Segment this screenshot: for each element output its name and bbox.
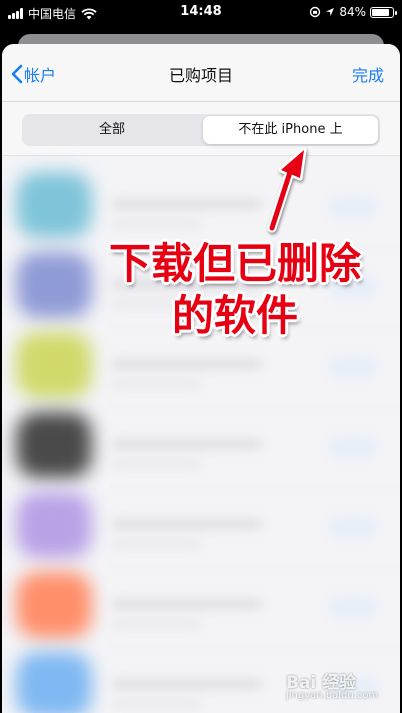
battery-icon	[370, 6, 397, 18]
app-detail-placeholder	[112, 538, 202, 550]
segment-all[interactable]: 全部	[22, 114, 202, 146]
app-name-placeholder	[112, 358, 262, 370]
app-name-placeholder	[112, 678, 262, 690]
page-title: 已购项目	[168, 66, 233, 85]
app-detail-placeholder	[112, 618, 202, 630]
app-row[interactable]	[2, 566, 400, 646]
download-button[interactable]	[328, 596, 378, 618]
rotation-lock-icon	[310, 6, 321, 18]
download-button[interactable]	[328, 196, 378, 218]
app-detail-placeholder	[112, 218, 202, 230]
location-icon	[326, 8, 335, 16]
app-name-placeholder	[112, 198, 262, 210]
done-button[interactable]: 完成	[352, 62, 384, 86]
purchased-sheet: 帐户 已购项目 完成 全部 不在此 iPhone 上	[2, 44, 400, 713]
download-button[interactable]	[328, 356, 378, 378]
app-name-placeholder	[112, 438, 262, 450]
app-icon	[16, 172, 92, 238]
navigation-bar: 帐户 已购项目 完成	[2, 44, 400, 102]
app-detail-placeholder	[112, 378, 202, 390]
segment-bar: 全部 不在此 iPhone 上	[2, 102, 400, 156]
watermark: Bai 经验 jingyan.baidu.com	[286, 668, 396, 708]
app-name-placeholder	[112, 598, 262, 610]
battery-level	[372, 8, 389, 16]
segment-not-on-device[interactable]: 不在此 iPhone 上	[203, 116, 378, 144]
app-icon	[16, 412, 92, 478]
app-detail-placeholder	[112, 698, 202, 710]
app-row[interactable]	[2, 486, 400, 566]
battery-percent: 84%	[339, 5, 366, 19]
app-icon	[16, 572, 92, 638]
app-detail-placeholder	[112, 458, 202, 470]
watermark-url: jingyan.baidu.com	[286, 690, 379, 701]
app-name-placeholder	[112, 518, 262, 530]
segmented-control: 全部 不在此 iPhone 上	[22, 114, 380, 146]
app-row[interactable]	[2, 406, 400, 486]
download-button[interactable]	[328, 516, 378, 538]
status-bar: 中国电信 14:48 84%	[0, 0, 402, 26]
status-right: 84%	[309, 5, 397, 19]
annotation-text: 下载但已删除 的软件	[70, 238, 400, 342]
download-button[interactable]	[328, 436, 378, 458]
app-icon	[16, 652, 92, 713]
annotation-line-2: 的软件	[171, 291, 298, 340]
app-icon	[16, 492, 92, 558]
app-row[interactable]	[2, 166, 400, 246]
annotation-line-1: 下载但已删除	[108, 239, 361, 288]
